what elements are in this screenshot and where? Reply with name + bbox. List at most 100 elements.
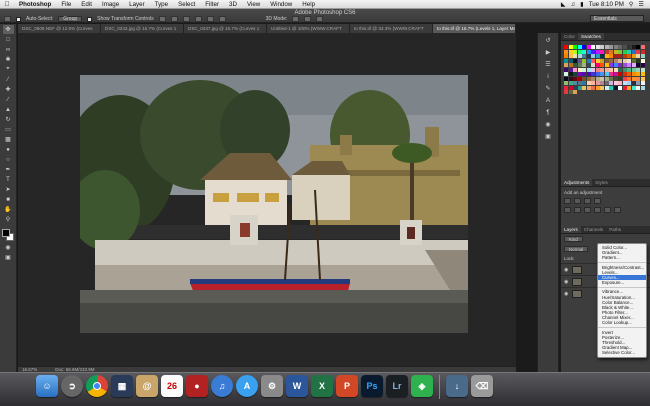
adjustment-menu-item[interactable]: Exposure... (598, 280, 646, 285)
swatch[interactable] (586, 67, 591, 72)
swatch[interactable] (640, 63, 645, 67)
swatch[interactable] (604, 49, 609, 54)
swatch[interactable] (577, 72, 582, 76)
swatch[interactable] (600, 72, 604, 76)
swatch[interactable] (568, 90, 573, 94)
swatch[interactable] (627, 67, 631, 72)
quick-select-tool-icon[interactable]: ✱ (3, 55, 14, 64)
swatch[interactable] (573, 85, 577, 90)
crop-tool-icon[interactable]: ⌖ (3, 65, 14, 74)
blend-mode-dropdown[interactable]: Normal (564, 246, 589, 252)
align-bottom-icon[interactable] (182, 16, 190, 22)
menu-edit[interactable]: Edit (76, 1, 97, 8)
chrome-icon[interactable] (86, 375, 108, 397)
finder-icon[interactable]: ☺ (36, 375, 58, 397)
curves-icon[interactable] (584, 198, 591, 204)
swatch[interactable] (609, 58, 613, 63)
swatch[interactable] (564, 54, 568, 58)
swatch[interactable] (595, 45, 600, 49)
black-white-icon[interactable] (594, 207, 601, 213)
menu-type[interactable]: Type (150, 1, 173, 8)
swatch[interactable] (604, 85, 609, 90)
adjustment-menu-item[interactable]: Pattern... (598, 255, 646, 260)
swatch[interactable] (595, 58, 600, 63)
swatch[interactable] (618, 67, 622, 72)
swatch[interactable] (568, 58, 573, 63)
swatch[interactable] (577, 85, 582, 90)
swatch[interactable] (591, 45, 595, 49)
swatch[interactable] (640, 54, 645, 58)
blur-tool-icon[interactable]: ● (3, 145, 14, 154)
color-swatches[interactable] (1, 228, 16, 242)
swatch[interactable] (595, 72, 600, 76)
adjustment-menu-item[interactable]: Selective Color... (598, 350, 646, 355)
swatch[interactable] (609, 72, 613, 76)
document-photo[interactable] (80, 75, 468, 333)
swatch[interactable] (636, 76, 640, 81)
levels-icon[interactable] (574, 198, 581, 204)
swatch[interactable] (622, 81, 627, 85)
workspace-dropdown[interactable]: Essentials (590, 15, 644, 22)
swatch[interactable] (618, 76, 622, 81)
swatch[interactable] (595, 49, 600, 54)
swatch[interactable] (591, 85, 595, 90)
marquee-tool-icon[interactable]: □ (3, 35, 14, 44)
system-preferences-icon[interactable]: ⚙ (261, 375, 283, 397)
align-middle-icon[interactable] (170, 16, 178, 22)
swatch[interactable] (618, 54, 622, 58)
swatch[interactable] (564, 49, 568, 54)
photo-filter-icon[interactable] (604, 207, 611, 213)
swatch[interactable] (604, 45, 609, 49)
swatch[interactable] (582, 67, 586, 72)
swatch[interactable] (627, 85, 631, 90)
swatch[interactable] (577, 67, 582, 72)
swatch[interactable] (573, 45, 577, 49)
swatch[interactable] (600, 45, 604, 49)
swatch[interactable] (613, 49, 618, 54)
calendar-icon[interactable]: 26 (161, 375, 183, 397)
swatch[interactable] (568, 67, 573, 72)
swatch[interactable] (640, 85, 645, 90)
swatch[interactable] (564, 81, 568, 85)
swatch[interactable] (577, 81, 582, 85)
clone-stamp-tool-icon[interactable]: ▲ (3, 105, 14, 114)
swatch[interactable] (609, 49, 613, 54)
swatch[interactable] (568, 54, 573, 58)
hue-saturation-icon[interactable] (574, 207, 581, 213)
swatch[interactable] (636, 85, 640, 90)
swatch[interactable] (604, 72, 609, 76)
word-icon[interactable]: W (286, 375, 308, 397)
swatch[interactable] (568, 81, 573, 85)
history-brush-tool-icon[interactable]: ↻ (3, 115, 14, 124)
swatch[interactable] (591, 58, 595, 63)
swatch[interactable] (564, 76, 568, 81)
lasso-tool-icon[interactable]: ∞ (3, 45, 14, 54)
swatch[interactable] (640, 72, 645, 76)
swatch[interactable] (568, 72, 573, 76)
history-panel-icon[interactable]: ↺ (542, 36, 554, 45)
swatch[interactable] (609, 54, 613, 58)
menu-layer[interactable]: Layer (124, 1, 149, 8)
wifi-icon[interactable]: ◣ (561, 1, 566, 8)
swatch[interactable] (600, 85, 604, 90)
swatch[interactable] (573, 63, 577, 67)
swatch[interactable] (600, 54, 604, 58)
swatch[interactable] (604, 81, 609, 85)
apple-menu-icon[interactable]:  (0, 1, 14, 8)
navigator-panel-icon[interactable]: ▣ (542, 132, 554, 141)
doc-tab[interactable]: DSC_0437.jpg @ 16.7% (Curves 1 (184, 24, 267, 33)
menu-filter[interactable]: Filter (200, 1, 224, 8)
swatch[interactable] (609, 85, 613, 90)
move-tool-preset-icon[interactable] (4, 16, 11, 22)
menu-select[interactable]: Select (173, 1, 200, 8)
exposure-icon[interactable] (594, 198, 601, 204)
swatch[interactable] (631, 85, 636, 90)
visibility-eye-icon[interactable]: ◉ (564, 291, 569, 297)
swatch[interactable] (573, 67, 577, 72)
mission-control-icon[interactable]: ▦ (111, 375, 133, 397)
healing-brush-tool-icon[interactable]: ✚ (3, 85, 14, 94)
pen-tool-icon[interactable]: ✒ (3, 165, 14, 174)
swatch[interactable] (622, 85, 627, 90)
swatch[interactable] (582, 85, 586, 90)
swatch[interactable] (582, 45, 586, 49)
